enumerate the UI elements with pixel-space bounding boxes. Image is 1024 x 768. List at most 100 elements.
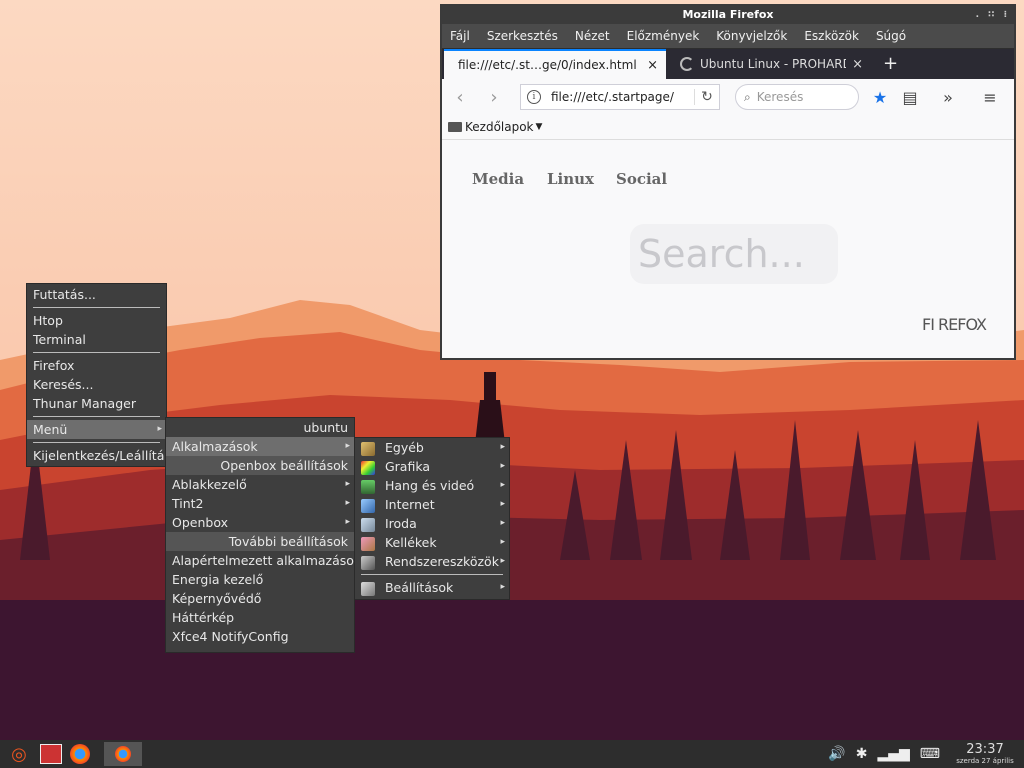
applications-submenu: Egyéb ▸ Grafika ▸ Hang és videó ▸ Intern…	[354, 437, 510, 600]
firefox-window-icon	[115, 746, 131, 762]
menu-tools[interactable]: Eszközök	[804, 29, 859, 43]
graphics-icon	[361, 460, 375, 475]
menu-history[interactable]: Előzmények	[627, 29, 700, 43]
audio-video-icon	[361, 479, 375, 494]
submenu-arrow-icon: ▸	[345, 498, 350, 508]
clock[interactable]: 23:37 szerda 27 április	[950, 741, 1020, 766]
tab-ubuntu-linux[interactable]: Ubuntu Linux - PROHARD… ×	[666, 49, 871, 79]
search-input[interactable]: ⌕ Keresés	[735, 84, 859, 110]
window-titlebar[interactable]: Mozilla Firefox . ∷ ⁝	[442, 6, 1014, 24]
menu-item-label: Kellékek	[384, 535, 437, 550]
menu-item-power-manager[interactable]: Energia kezelő	[166, 570, 354, 589]
tab-close-icon[interactable]: ×	[647, 58, 658, 73]
menu-item-wallpaper[interactable]: Háttérkép	[166, 608, 354, 627]
menu-separator	[33, 307, 160, 308]
navigation-toolbar: ‹ › i file:///etc/.startpage/ ↻ ⌕ Keresé…	[442, 79, 1014, 115]
menu-item-office[interactable]: Iroda ▸	[355, 514, 509, 533]
submenu-arrow-icon: ▸	[157, 424, 162, 434]
search-icon: ⌕	[744, 89, 751, 104]
menu-item-search[interactable]: Keresés...	[27, 375, 166, 394]
search-placeholder: Keresés	[756, 90, 804, 104]
menu-item-htop[interactable]: Htop	[27, 311, 166, 330]
reload-icon[interactable]: ↻	[694, 89, 719, 105]
menu-item-screensaver[interactable]: Képernyővédő	[166, 589, 354, 608]
menu-item-label: Openbox	[172, 515, 228, 530]
menu-help[interactable]: Súgó	[876, 29, 906, 43]
menu-separator	[33, 352, 160, 353]
menu-item-label: Internet	[384, 497, 435, 512]
firefox-logo-text: FI REFOX	[922, 315, 987, 334]
submenu-title: ubuntu	[166, 418, 354, 437]
menu-edit[interactable]: Szerkesztés	[487, 29, 558, 43]
app-launcher-icon[interactable]	[40, 744, 62, 764]
page-content: Media Linux Social Search... FI REFOX	[442, 140, 1014, 352]
ubuntu-logo-icon[interactable]: ◎	[8, 744, 30, 765]
clock-time: 23:37	[966, 741, 1004, 757]
firefox-task-button[interactable]	[104, 742, 142, 766]
tab-label: Ubuntu Linux - PROHARD…	[700, 57, 846, 71]
bookmark-star-icon[interactable]: ★	[869, 88, 891, 107]
menu-item-label: Tint2	[172, 496, 204, 511]
menu-item-openbox[interactable]: Openbox ▸	[166, 513, 354, 532]
menu-item-firefox[interactable]: Firefox	[27, 356, 166, 375]
openbox-settings-header: Openbox beállítások	[166, 456, 354, 475]
submenu-arrow-icon: ▸	[500, 537, 505, 547]
submenu-arrow-icon: ▸	[500, 480, 505, 490]
link-media[interactable]: Media	[472, 170, 524, 188]
menu-item-label: Beállítások	[384, 580, 454, 595]
menu-item-internet[interactable]: Internet ▸	[355, 495, 509, 514]
menu-bookmarks[interactable]: Könyvjelzők	[716, 29, 787, 43]
firefox-launcher-icon[interactable]	[70, 744, 90, 764]
menu-item-terminal[interactable]: Terminal	[27, 330, 166, 349]
menu-item-default-apps[interactable]: Alapértelmezett alkalmazások	[166, 551, 361, 570]
menu-item-system-tools[interactable]: Rendszereszközök ▸	[355, 552, 509, 571]
openbox-root-menu: Futtatás... Htop Terminal Firefox Keresé…	[26, 283, 171, 467]
accessories-icon	[361, 536, 375, 551]
ubuntu-submenu: ubuntu Alkalmazások ▸ Openbox beállításo…	[165, 417, 361, 653]
bluetooth-icon[interactable]: ✱	[856, 746, 868, 762]
keyboard-icon[interactable]: ⌨	[920, 746, 940, 762]
submenu-arrow-icon: ▸	[345, 441, 350, 451]
window-title: Mozilla Firefox	[682, 8, 774, 21]
menu-item-settings[interactable]: Beállítások ▸	[355, 578, 509, 597]
forward-icon[interactable]: ›	[482, 87, 506, 108]
menu-item-other[interactable]: Egyéb ▸	[355, 438, 509, 457]
startpage-search-input[interactable]: Search...	[630, 224, 838, 284]
url-text[interactable]: file:///etc/.startpage/	[551, 90, 694, 104]
menu-item-label: Iroda	[384, 516, 417, 531]
menu-item-logout[interactable]: Kijelentkezés/Leállítás	[27, 446, 171, 465]
bookmark-folder[interactable]: Kezdőlapok	[465, 120, 534, 134]
tab-startpage[interactable]: file:///etc/.st…ge/0/index.html ×	[444, 49, 666, 79]
volume-icon[interactable]: 🔊	[828, 746, 845, 762]
submenu-arrow-icon: ▸	[500, 499, 505, 509]
info-icon[interactable]: i	[527, 90, 541, 104]
menu-item-tint2[interactable]: Tint2 ▸	[166, 494, 354, 513]
menu-file[interactable]: Fájl	[450, 29, 470, 43]
link-social[interactable]: Social	[616, 170, 667, 188]
menu-item-menu[interactable]: Menü ▸	[27, 420, 166, 439]
url-bar[interactable]: i file:///etc/.startpage/ ↻	[520, 84, 720, 110]
tab-close-icon[interactable]: ×	[852, 57, 863, 72]
back-icon[interactable]: ‹	[448, 87, 472, 108]
menu-separator	[361, 574, 503, 575]
reader-view-icon[interactable]: ▤	[899, 88, 921, 107]
menu-item-applications[interactable]: Alkalmazások ▸	[166, 437, 354, 456]
menu-item-graphics[interactable]: Grafika ▸	[355, 457, 509, 476]
new-tab-button[interactable]: +	[883, 49, 898, 79]
menu-item-run[interactable]: Futtatás...	[27, 285, 166, 304]
menu-item-accessories[interactable]: Kellékek ▸	[355, 533, 509, 552]
overflow-chevron-icon[interactable]: »	[937, 88, 959, 107]
chevron-down-icon[interactable]: ▼	[536, 122, 543, 132]
window-controls[interactable]: . ∷ ⁝	[976, 6, 1010, 24]
hamburger-menu-icon[interactable]: ≡	[979, 88, 1001, 107]
menu-item-audio-video[interactable]: Hang és videó ▸	[355, 476, 509, 495]
other-icon	[361, 441, 375, 456]
network-signal-icon[interactable]: ▂▄▆	[877, 746, 909, 762]
menu-item-window-manager[interactable]: Ablakkezelő ▸	[166, 475, 354, 494]
menu-item-notifyconfig[interactable]: Xfce4 NotifyConfig	[166, 627, 354, 646]
menu-item-label: Hang és videó	[384, 478, 475, 493]
link-linux[interactable]: Linux	[547, 170, 594, 188]
menu-view[interactable]: Nézet	[575, 29, 610, 43]
menu-item-thunar[interactable]: Thunar Manager	[27, 394, 166, 413]
clock-date: szerda 27 április	[956, 756, 1014, 765]
